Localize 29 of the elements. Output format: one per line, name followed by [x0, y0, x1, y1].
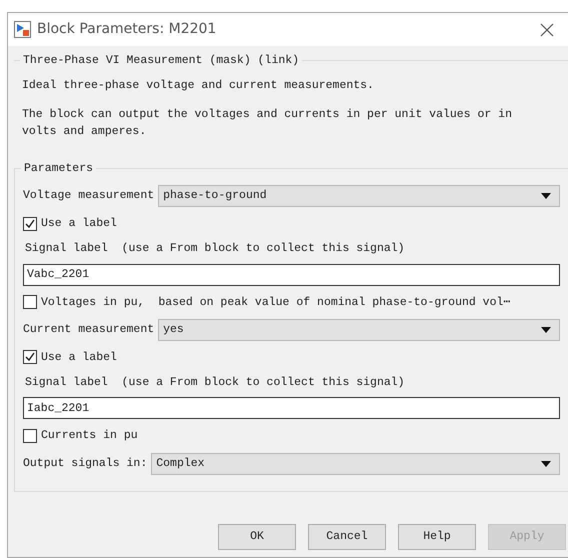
dialog-button[interactable]: Cancel	[308, 524, 386, 550]
checkbox[interactable]	[23, 428, 37, 443]
dialog-button[interactable]: OK	[218, 524, 296, 550]
description-text: The block can output the voltages and currents in per unit values or in volts and amperes.	[22, 107, 513, 140]
caret-icon	[541, 193, 551, 199]
field-label: Signal label (use a From block to collect this signal)	[25, 375, 406, 391]
dropdown[interactable]: yes	[158, 318, 560, 341]
field-label: Signal label (use a From block to collect this signal)	[25, 241, 406, 258]
checkbox[interactable]	[23, 295, 37, 310]
checkbox-label: Currents in pu	[41, 428, 138, 444]
input-field[interactable]: Iabc_2201	[23, 397, 560, 420]
checkbox[interactable]	[23, 216, 37, 231]
description-text: Ideal three-phase voltage and current measurements.	[22, 78, 375, 94]
dropdown[interactable]: Complex	[151, 452, 560, 474]
app-icon	[14, 21, 31, 38]
checkbox-label: Use a label	[41, 216, 117, 232]
dropdown[interactable]: phase-to-ground	[158, 185, 560, 207]
checkbox[interactable]	[23, 350, 37, 364]
dialog-button[interactable]: Help	[398, 524, 476, 550]
field-label: Output signals in:	[23, 456, 148, 472]
caret-icon	[541, 460, 551, 466]
field-label: Current measurement	[23, 322, 154, 338]
caret-icon	[541, 326, 551, 333]
checkbox-label: Voltages in pu, based on peak value of nominal phase-to-ground vol⋯	[41, 294, 510, 310]
checkbox-label: Use a label	[41, 350, 117, 366]
close-icon[interactable]	[540, 22, 554, 36]
input-field[interactable]: Vabc_2201	[23, 264, 560, 286]
window-title: Block Parameters: M2201	[37, 20, 216, 39]
field-label: Voltage measurement	[23, 188, 154, 204]
